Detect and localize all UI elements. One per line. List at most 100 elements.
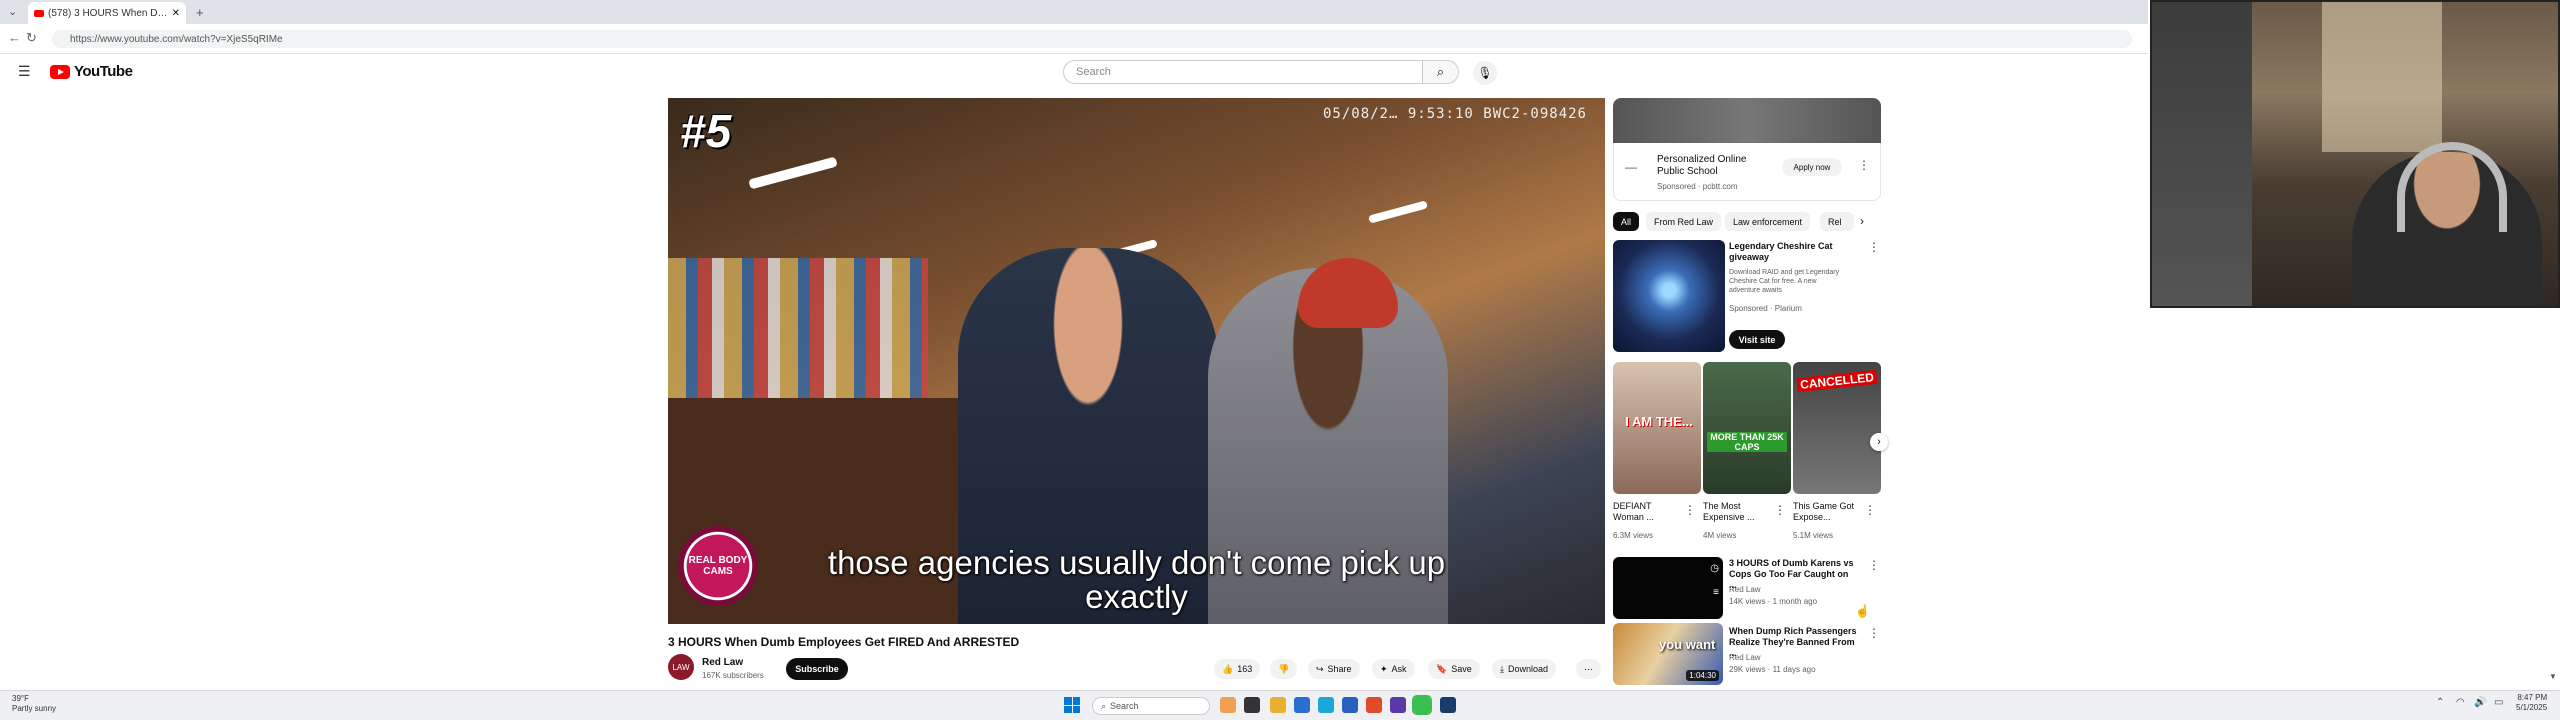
shorts-next-chevron-icon[interactable]: ›	[1870, 433, 1888, 451]
download-button[interactable]: ⤓ Download	[1492, 659, 1557, 679]
search-button[interactable]: ⌕	[1423, 60, 1459, 84]
apply-now-button[interactable]: Apply now	[1782, 158, 1842, 176]
spotify-icon[interactable]	[1412, 695, 1432, 715]
browser-tab-active[interactable]: (578) 3 HOURS When Dumb E... ✕	[28, 2, 186, 24]
file-explorer-icon[interactable]	[1270, 697, 1286, 713]
share-button[interactable]: ↪ Share	[1308, 659, 1360, 679]
start-button[interactable]	[1064, 697, 1080, 713]
volume-icon[interactable]: 🔊	[2474, 697, 2486, 708]
weather-temp: 39°F	[12, 694, 29, 703]
video-menu-icon[interactable]: ⋮	[1868, 626, 1880, 640]
chip-law-enforcement[interactable]: Law enforcement	[1725, 212, 1811, 231]
widgets-icon[interactable]	[1244, 697, 1260, 713]
short-menu-icon[interactable]: ⋮	[1684, 503, 1696, 517]
channel-name[interactable]: Red Law	[702, 657, 743, 668]
ask-button[interactable]: ✦ Ask	[1372, 659, 1415, 679]
clock-time: 8:47 PM	[2517, 693, 2548, 702]
video-overlay-number: #5	[680, 105, 732, 157]
task-view-icon[interactable]	[1220, 697, 1236, 713]
weather-widget[interactable]: 39°F Partly sunny	[12, 694, 56, 714]
channel-avatar[interactable]: LAW	[668, 654, 694, 680]
ad-menu-icon[interactable]: ⋮	[1858, 158, 1870, 172]
chip-from-red-law[interactable]: From Red Law	[1646, 212, 1722, 231]
save-label: Save	[1451, 664, 1472, 674]
menu-hamburger-icon[interactable]: ☰	[18, 63, 31, 80]
youtube-logo[interactable]: YouTube	[50, 63, 133, 80]
short-menu-icon[interactable]: ⋮	[1864, 503, 1876, 517]
game-ad-menu-icon[interactable]: ⋮	[1868, 240, 1880, 254]
more-actions-button[interactable]: ⋯	[1576, 659, 1601, 679]
video-thumbnail-1[interactable]: ◷ ≡	[1613, 557, 1723, 619]
mail-icon[interactable]	[1342, 697, 1358, 713]
tab-close-icon[interactable]: ✕	[172, 8, 180, 19]
chips-next-chevron-icon[interactable]: ›	[1860, 214, 1864, 228]
url-field[interactable]: https://www.youtube.com/watch?v=XjeS5qRI…	[52, 30, 2132, 48]
clock[interactable]: 8:47 PM 5/1/2025	[2516, 693, 2547, 713]
video-player[interactable]: #5 05/08/2… 9:53:10 BWC2-098426 REAL BOD…	[668, 98, 1605, 624]
visit-site-button[interactable]: Visit site	[1729, 330, 1785, 349]
ad-logo-icon: —	[1625, 160, 1637, 174]
search-placeholder: Search	[1076, 66, 1111, 78]
scrollbar-down-arrow-icon[interactable]: ▼	[2549, 672, 2557, 681]
short-thumbnail-3[interactable]: CANCELLED	[1793, 362, 1881, 494]
taskbar-search-label: Search	[1110, 701, 1139, 711]
chip-all[interactable]: All	[1613, 212, 1640, 231]
short-views-3: 5.1M views	[1793, 531, 1834, 540]
wifi-icon[interactable]: ◠	[2456, 697, 2465, 708]
ask-label: Ask	[1391, 664, 1407, 674]
voice-search-button[interactable]: 🎙	[1473, 61, 1497, 85]
short-title-2[interactable]: The Most Expensive ...	[1703, 501, 1773, 523]
taskbar-search[interactable]: ⌕ Search	[1092, 697, 1210, 715]
new-tab-icon[interactable]: +	[196, 5, 204, 20]
short-thumbnail-1[interactable]: I AM THE...	[1613, 362, 1701, 494]
subscribe-button[interactable]: Subscribe	[786, 658, 848, 680]
short-title-3[interactable]: This Game Got Expose...	[1793, 501, 1863, 523]
video-thumb-text: you want	[1659, 637, 1716, 652]
app-icon[interactable]	[1390, 697, 1406, 713]
bodycam-timestamp: 05/08/2… 9:53:10 BWC2-098426	[1322, 106, 1587, 122]
tab-list-chevron-icon[interactable]: ⌄	[8, 5, 17, 18]
chip-rel[interactable]: Rel	[1820, 212, 1854, 231]
door	[2322, 2, 2442, 152]
mouse-cursor-icon: ☝	[1855, 604, 1870, 618]
ad-banner-image[interactable]	[1613, 98, 1881, 143]
ad-title[interactable]: Personalized Online Public School	[1657, 154, 1767, 178]
share-label: Share	[1327, 664, 1352, 674]
video-channel-1[interactable]: Red Law	[1729, 585, 1761, 595]
search-input[interactable]: Search	[1063, 60, 1423, 84]
edge-icon[interactable]	[1318, 697, 1334, 713]
video-menu-icon[interactable]: ⋮	[1868, 558, 1880, 572]
save-button[interactable]: 🔖 Save	[1428, 659, 1480, 679]
snack-shelf	[668, 258, 928, 408]
more-horizontal-icon: ⋯	[1584, 663, 1593, 674]
short-thumb-text: MORE THAN 25K CAPS	[1707, 432, 1787, 452]
video-channel-2[interactable]: Red Law	[1729, 653, 1761, 663]
video-thumbnail-2[interactable]: you want 1:04:30	[1613, 623, 1723, 685]
store-icon[interactable]	[1294, 697, 1310, 713]
game-ad-thumbnail[interactable]	[1613, 240, 1725, 352]
tray-chevron-icon[interactable]: ⌃	[2436, 697, 2444, 708]
like-button[interactable]: 👍 163	[1214, 659, 1261, 679]
dislike-button[interactable]: 👎	[1270, 659, 1298, 679]
ad-sponsor: Sponsored · pcbtt.com	[1657, 182, 1738, 191]
chrome-icon[interactable]	[1366, 697, 1382, 713]
short-title-1[interactable]: DEFIANT Woman ...	[1613, 501, 1683, 523]
video-meta-2: 29K views · 11 days ago	[1729, 665, 1816, 674]
ceiling-light	[1367, 200, 1429, 224]
watch-later-icon[interactable]: ◷	[1710, 563, 1719, 574]
add-to-queue-icon[interactable]: ≡	[1713, 587, 1719, 598]
sparkle-icon: ✦	[1380, 663, 1388, 674]
logo-text: YouTube	[74, 63, 133, 80]
short-views-2: 4M views	[1703, 531, 1737, 540]
battery-icon[interactable]: ▭	[2494, 697, 2503, 708]
caption-line-2: exactly	[1085, 578, 1188, 615]
search-icon: ⌕	[1436, 64, 1445, 79]
search-icon: ⌕	[1101, 700, 1107, 711]
refresh-icon[interactable]: ↻	[26, 30, 37, 46]
browser-tab-bar	[0, 0, 2148, 24]
short-thumbnail-2[interactable]: MORE THAN 25K CAPS	[1703, 362, 1791, 494]
short-menu-icon[interactable]: ⋮	[1774, 503, 1786, 517]
back-icon[interactable]: ←	[8, 30, 21, 45]
game-ad-title[interactable]: Legendary Cheshire Cat giveaway	[1729, 241, 1847, 263]
steam-icon[interactable]	[1440, 697, 1456, 713]
